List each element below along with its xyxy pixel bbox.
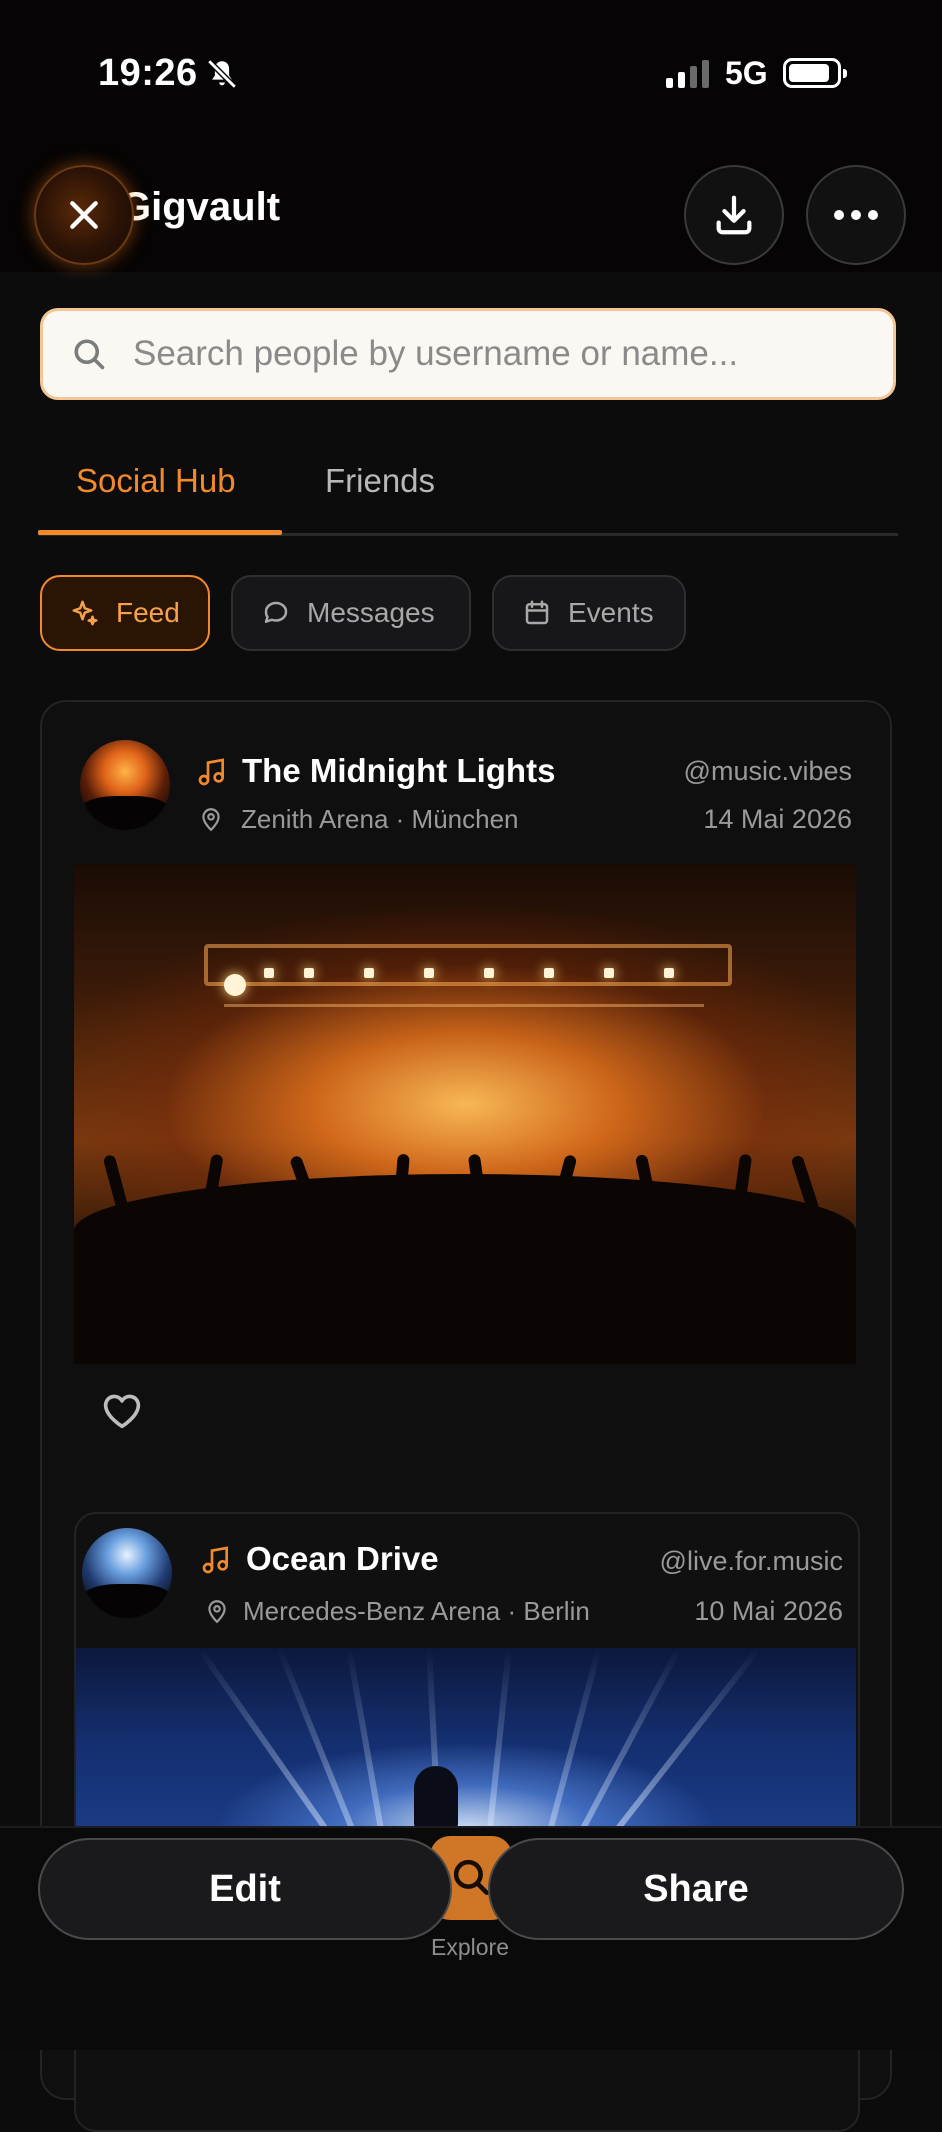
location-pin-icon [208, 1600, 226, 1624]
more-options-button[interactable] [806, 165, 906, 265]
post-username[interactable]: @live.for.music [560, 1546, 843, 1577]
post-location: Zenith Arena · München [241, 804, 519, 834]
post-photo[interactable] [76, 1648, 856, 1828]
ellipsis-icon [834, 210, 878, 220]
filter-events-chip[interactable]: Events [492, 575, 686, 651]
like-heart-icon[interactable] [100, 1390, 144, 1430]
edit-button[interactable]: Edit [38, 1838, 452, 1940]
active-tab-indicator [38, 530, 282, 535]
nav-explore-label: Explore [431, 1934, 509, 1960]
sparkle-icon [72, 600, 98, 626]
search-icon [453, 1859, 490, 1896]
post-date: 10 Mai 2026 [694, 1596, 843, 1626]
network-type: 5G [725, 55, 768, 91]
close-icon [70, 201, 98, 229]
search-icon [74, 339, 105, 370]
filter-events-label: Events [568, 597, 654, 628]
post-location: Mercedes-Benz Arena · Berlin [243, 1596, 590, 1626]
bell-muted-icon [207, 59, 237, 89]
music-note-icon [202, 1546, 228, 1574]
download-button[interactable] [684, 165, 784, 265]
calendar-icon [525, 600, 549, 625]
filter-messages-chip[interactable]: Messages [231, 575, 471, 651]
music-note-icon [198, 758, 224, 786]
battery-icon [783, 58, 847, 88]
post-avatar[interactable] [80, 740, 170, 830]
tab-friends[interactable]: Friends [325, 462, 435, 500]
search-bar[interactable] [40, 308, 896, 400]
location-pin-icon [202, 808, 220, 832]
edit-button-label: Edit [209, 1867, 281, 1910]
filter-feed-chip[interactable]: Feed [40, 575, 210, 651]
close-button[interactable] [34, 165, 134, 265]
share-button-label: Share [643, 1867, 749, 1910]
post-photo[interactable] [74, 864, 856, 1364]
top-bar [0, 0, 942, 272]
post-username[interactable]: @music.vibes [600, 756, 852, 787]
post-title[interactable]: The Midnight Lights [242, 752, 555, 790]
signal-icon [666, 58, 709, 88]
post-avatar[interactable] [82, 1528, 172, 1618]
search-input[interactable] [131, 333, 835, 375]
filter-messages-label: Messages [307, 597, 435, 628]
status-time: 19:26 [98, 52, 198, 94]
tab-social-hub[interactable]: Social Hub [76, 462, 236, 500]
filter-feed-label: Feed [116, 597, 180, 628]
chat-bubble-icon [264, 601, 288, 623]
share-button[interactable]: Share [488, 1838, 904, 1940]
download-icon [716, 195, 752, 235]
app-title: Gigvault [120, 185, 281, 229]
post-date: 14 Mai 2026 [703, 804, 852, 834]
post-title[interactable]: Ocean Drive [246, 1540, 439, 1578]
